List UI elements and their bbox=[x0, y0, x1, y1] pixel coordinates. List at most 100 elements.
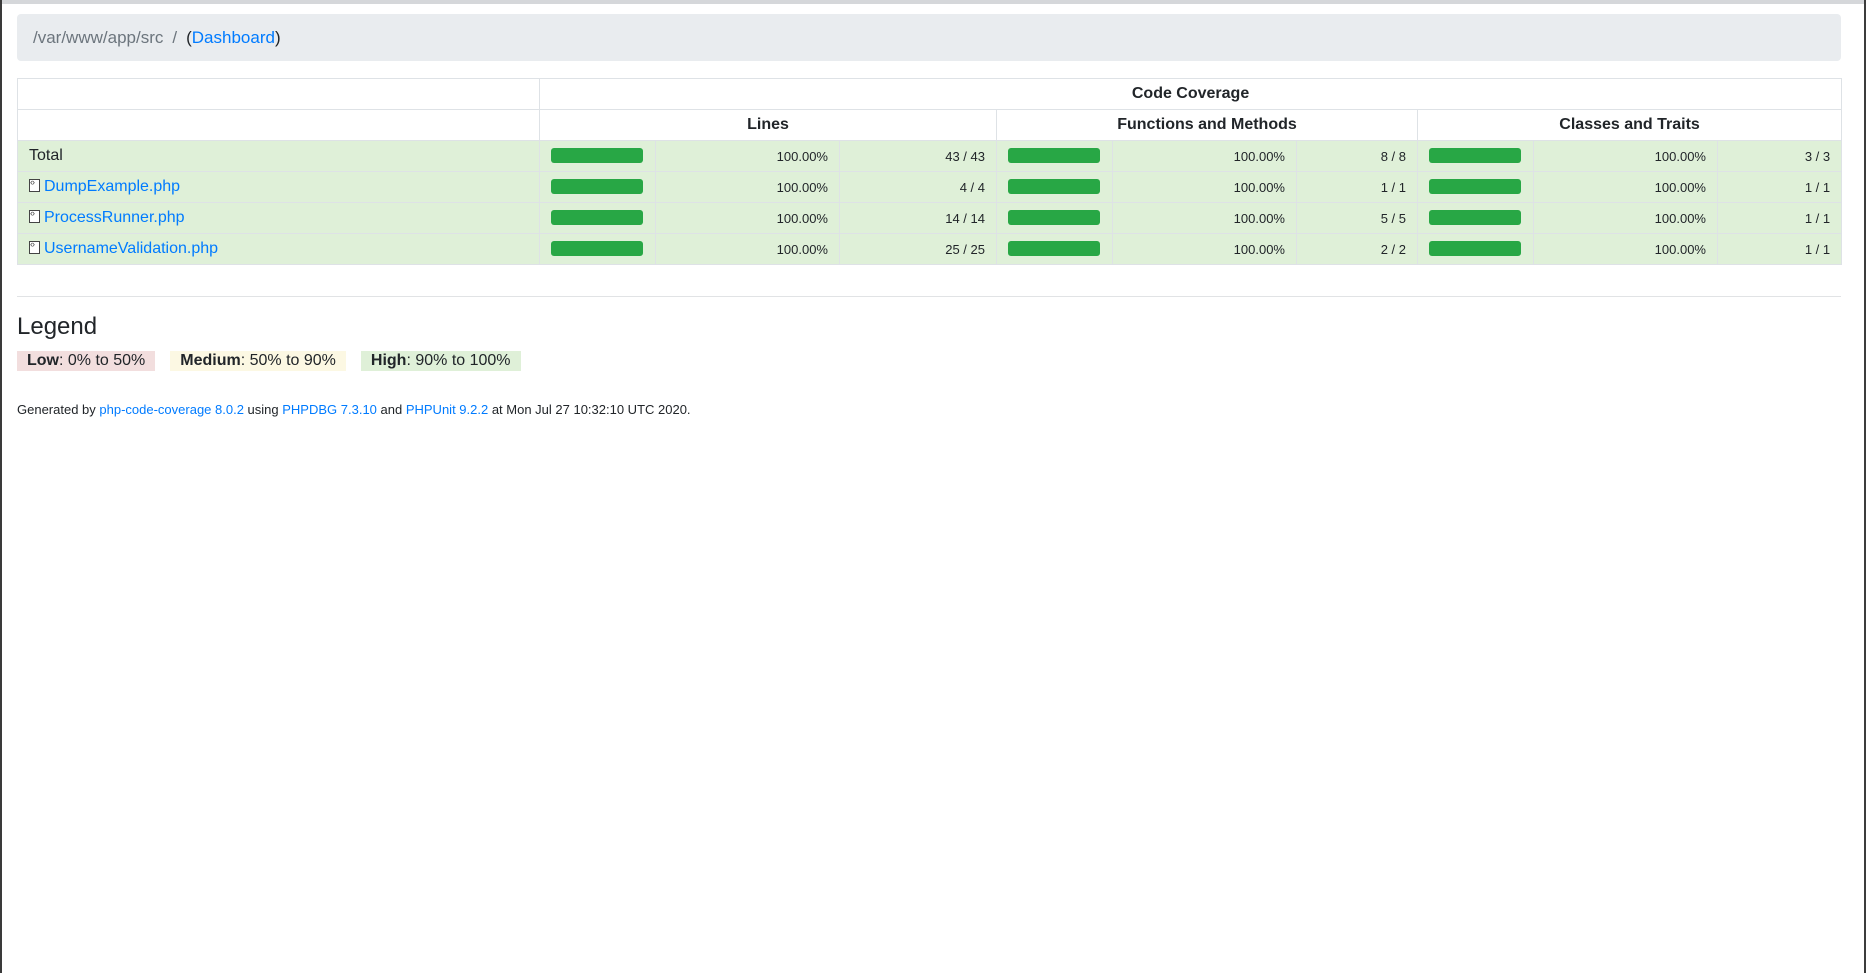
lines-count: 25 / 25 bbox=[839, 233, 997, 265]
functions-progress-fill bbox=[1008, 178, 1100, 194]
lines-progress-bar bbox=[551, 178, 643, 194]
functions-progress-fill bbox=[1008, 209, 1100, 225]
lines-progress-fill bbox=[551, 209, 643, 225]
breadcrumb-path: /var/www/app/src bbox=[33, 27, 164, 47]
functions-progress-fill bbox=[1008, 147, 1100, 163]
functions-percent: 100.00% bbox=[1112, 202, 1297, 234]
window-left-edge bbox=[0, 0, 2, 973]
breadcrumb-paren-close: ) bbox=[274, 27, 281, 47]
lines-count: 43 / 43 bbox=[839, 140, 997, 172]
functions-count: 5 / 5 bbox=[1296, 202, 1418, 234]
window-top-border bbox=[0, 0, 1866, 4]
functions-count: 1 / 1 bbox=[1296, 171, 1418, 203]
coverage-page: /var/www/app/src / (Dashboard) Code Cove… bbox=[17, 14, 1843, 417]
classes-count: 3 / 3 bbox=[1716, 140, 1843, 172]
code-coverage-header: Code Coverage bbox=[538, 78, 1843, 110]
coverage-table: Code Coverage Lines Functions and Method… bbox=[17, 78, 1843, 265]
row-name-cell: UsernameValidation.php bbox=[17, 233, 540, 265]
lines-progress-fill bbox=[551, 147, 643, 163]
total-label: Total bbox=[29, 147, 63, 164]
legend-low-range: : 0% to 50% bbox=[59, 352, 146, 369]
classes-bar-cell bbox=[1417, 171, 1534, 203]
file-link[interactable]: ProcessRunner.php bbox=[44, 209, 185, 226]
functions-bar-cell bbox=[996, 202, 1113, 234]
file-code-icon bbox=[29, 239, 40, 254]
footer-suffix: at Mon Jul 27 10:32:10 UTC 2020. bbox=[488, 402, 691, 417]
functions-percent: 100.00% bbox=[1112, 140, 1297, 172]
header-empty-cell bbox=[17, 78, 540, 110]
dashboard-link[interactable]: Dashboard bbox=[192, 28, 275, 48]
lines-count: 14 / 14 bbox=[839, 202, 997, 234]
table-row: DumpExample.php100.00%4 / 4100.00%1 / 11… bbox=[17, 171, 1843, 203]
file-code-icon bbox=[29, 208, 40, 223]
functions-count: 2 / 2 bbox=[1296, 233, 1418, 265]
legend-medium-label: Medium bbox=[180, 352, 241, 369]
lines-progress-bar bbox=[551, 240, 643, 256]
row-name-cell: DumpExample.php bbox=[17, 171, 540, 203]
legend-title: Legend bbox=[17, 313, 98, 340]
phpdbg-link[interactable]: PHPDBG 7.3.10 bbox=[282, 402, 377, 417]
classes-count: 1 / 1 bbox=[1716, 202, 1843, 234]
legend-high-range: : 90% to 100% bbox=[406, 352, 511, 369]
functions-percent: 100.00% bbox=[1112, 171, 1297, 203]
legend-high: High: 90% to 100% bbox=[360, 351, 521, 371]
legend: Low: 0% to 50% Medium: 50% to 90% High: … bbox=[17, 351, 1841, 371]
lines-percent: 100.00% bbox=[655, 233, 840, 265]
footer-using: using bbox=[243, 402, 283, 417]
classes-header: Classes and Traits bbox=[1416, 109, 1843, 141]
functions-progress-bar bbox=[1008, 240, 1100, 256]
functions-percent: 100.00% bbox=[1112, 233, 1297, 265]
legend-low: Low: 0% to 50% bbox=[17, 351, 156, 371]
lines-progress-fill bbox=[551, 178, 643, 194]
lines-percent: 100.00% bbox=[655, 202, 840, 234]
file-link[interactable]: DumpExample.php bbox=[44, 178, 180, 195]
functions-bar-cell bbox=[996, 171, 1113, 203]
classes-percent: 100.00% bbox=[1533, 171, 1718, 203]
legend-medium: Medium: 50% to 90% bbox=[170, 351, 346, 371]
file-link[interactable]: UsernameValidation.php bbox=[44, 240, 218, 257]
classes-percent: 100.00% bbox=[1533, 233, 1718, 265]
classes-progress-bar bbox=[1429, 209, 1521, 225]
file-code-icon bbox=[29, 177, 40, 192]
classes-count: 1 / 1 bbox=[1716, 171, 1843, 203]
classes-progress-bar bbox=[1429, 178, 1521, 194]
table-row: UsernameValidation.php100.00%25 / 25100.… bbox=[17, 233, 1843, 265]
lines-bar-cell bbox=[539, 202, 656, 234]
row-name-cell: ProcessRunner.php bbox=[17, 202, 540, 234]
classes-progress-bar bbox=[1429, 240, 1521, 256]
lines-count: 4 / 4 bbox=[839, 171, 997, 203]
lines-bar-cell bbox=[539, 233, 656, 265]
classes-progress-bar bbox=[1429, 147, 1521, 163]
classes-progress-fill bbox=[1429, 178, 1521, 194]
footer-and: and bbox=[376, 402, 406, 417]
breadcrumb: /var/www/app/src / (Dashboard) bbox=[17, 14, 1841, 61]
legend-medium-range: : 50% to 90% bbox=[240, 352, 336, 369]
classes-percent: 100.00% bbox=[1533, 202, 1718, 234]
php-code-coverage-link[interactable]: php-code-coverage 8.0.2 bbox=[99, 402, 244, 417]
classes-bar-cell bbox=[1417, 202, 1534, 234]
classes-percent: 100.00% bbox=[1533, 140, 1718, 172]
classes-bar-cell bbox=[1417, 233, 1534, 265]
lines-percent: 100.00% bbox=[655, 140, 840, 172]
classes-progress-fill bbox=[1429, 147, 1521, 163]
lines-progress-bar bbox=[551, 209, 643, 225]
header-empty-cell bbox=[17, 109, 540, 141]
classes-progress-fill bbox=[1429, 209, 1521, 225]
classes-progress-fill bbox=[1429, 240, 1521, 256]
lines-percent: 100.00% bbox=[655, 171, 840, 203]
legend-high-label: High bbox=[370, 352, 407, 369]
functions-bar-cell bbox=[996, 233, 1113, 265]
row-name-cell: Total bbox=[17, 140, 540, 172]
functions-header: Functions and Methods bbox=[996, 109, 1418, 141]
lines-progress-bar bbox=[551, 147, 643, 163]
table-row: Total 100.00% 43 / 43 100.00% 8 / 8 100.00% 3 … bbox=[17, 140, 1843, 172]
functions-progress-bar bbox=[1008, 178, 1100, 194]
divider bbox=[17, 296, 1841, 297]
phpunit-link[interactable]: PHPUnit 9.2.2 bbox=[406, 402, 488, 417]
functions-count: 8 / 8 bbox=[1296, 140, 1418, 172]
footer-prefix: Generated by bbox=[17, 402, 100, 417]
lines-bar-cell bbox=[539, 171, 656, 203]
classes-bar-cell bbox=[1417, 140, 1534, 172]
lines-progress-fill bbox=[551, 240, 643, 256]
table-row: ProcessRunner.php100.00%14 / 14100.00%5 … bbox=[17, 202, 1843, 234]
